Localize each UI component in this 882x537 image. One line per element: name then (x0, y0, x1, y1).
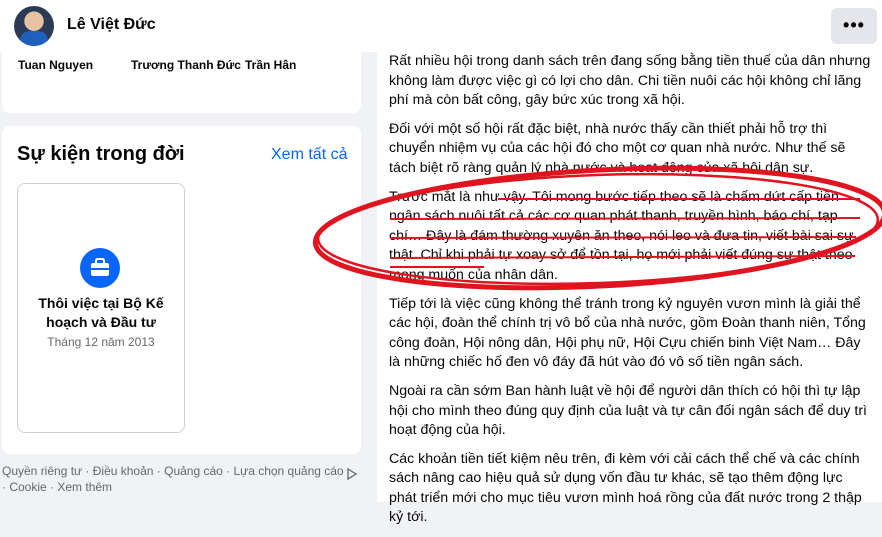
avatar[interactable] (14, 6, 54, 46)
profile-header: Lê Việt Đức ••• (0, 0, 882, 52)
friend-name[interactable]: Tuan Nguyen (18, 58, 93, 72)
article-paragraph: Trước mắt là như vậy. Tôi mong bước tiếp… (389, 188, 854, 283)
footer-line[interactable]: Quyền riêng tư · Điều khoản · Quảng cáo … (2, 463, 360, 479)
life-event-date: Tháng 12 năm 2013 (47, 335, 155, 349)
article-paragraph: Ngoài ra cần sớm Ban hành luật về hội để… (389, 382, 868, 439)
article-paragraph: Tiếp tới là việc cũng không thể tránh tr… (389, 295, 866, 371)
life-event-card[interactable]: Thôi việc tại Bộ Kế hoạch và Đầu tư Thán… (17, 183, 185, 433)
more-options-button[interactable]: ••• (831, 8, 877, 44)
see-all-link[interactable]: Xem tất cả (271, 146, 347, 164)
briefcase-icon (80, 248, 120, 288)
profile-name[interactable]: Lê Việt Đức (67, 16, 156, 34)
post-article: Rất nhiều hội trong danh sách trên đang … (377, 52, 882, 525)
life-event-title: Thôi việc tại Bộ Kế hoạch và Đầu tư (38, 295, 164, 330)
footer-links: Quyền riêng tư · Điều khoản · Quảng cáo … (2, 463, 360, 495)
article-paragraph: Các khoản tiền tiết kiệm nêu trên, đi kè… (389, 450, 862, 526)
friend-name[interactable]: Trần Hân (245, 58, 296, 72)
life-events-title: Sự kiện trong đời (17, 143, 185, 165)
article-paragraph: Rất nhiều hội trong danh sách trên đang … (389, 53, 871, 109)
friends-card: Tuan Nguyen Trương Thanh Đức Trần Hân (2, 52, 361, 113)
ad-choices-icon[interactable] (346, 467, 358, 481)
article-paragraph: Đối với một số hội rất đặc biệt, nhà nướ… (389, 120, 846, 176)
life-events-card: Sự kiện trong đời Xem tất cả Thôi việc t… (2, 126, 361, 454)
friend-name[interactable]: Trương Thanh Đức (131, 58, 241, 72)
article-body: Rất nhiều hội trong danh sách trên đang … (389, 52, 871, 537)
footer-line[interactable]: · Cookie · Xem thêm (2, 479, 360, 495)
